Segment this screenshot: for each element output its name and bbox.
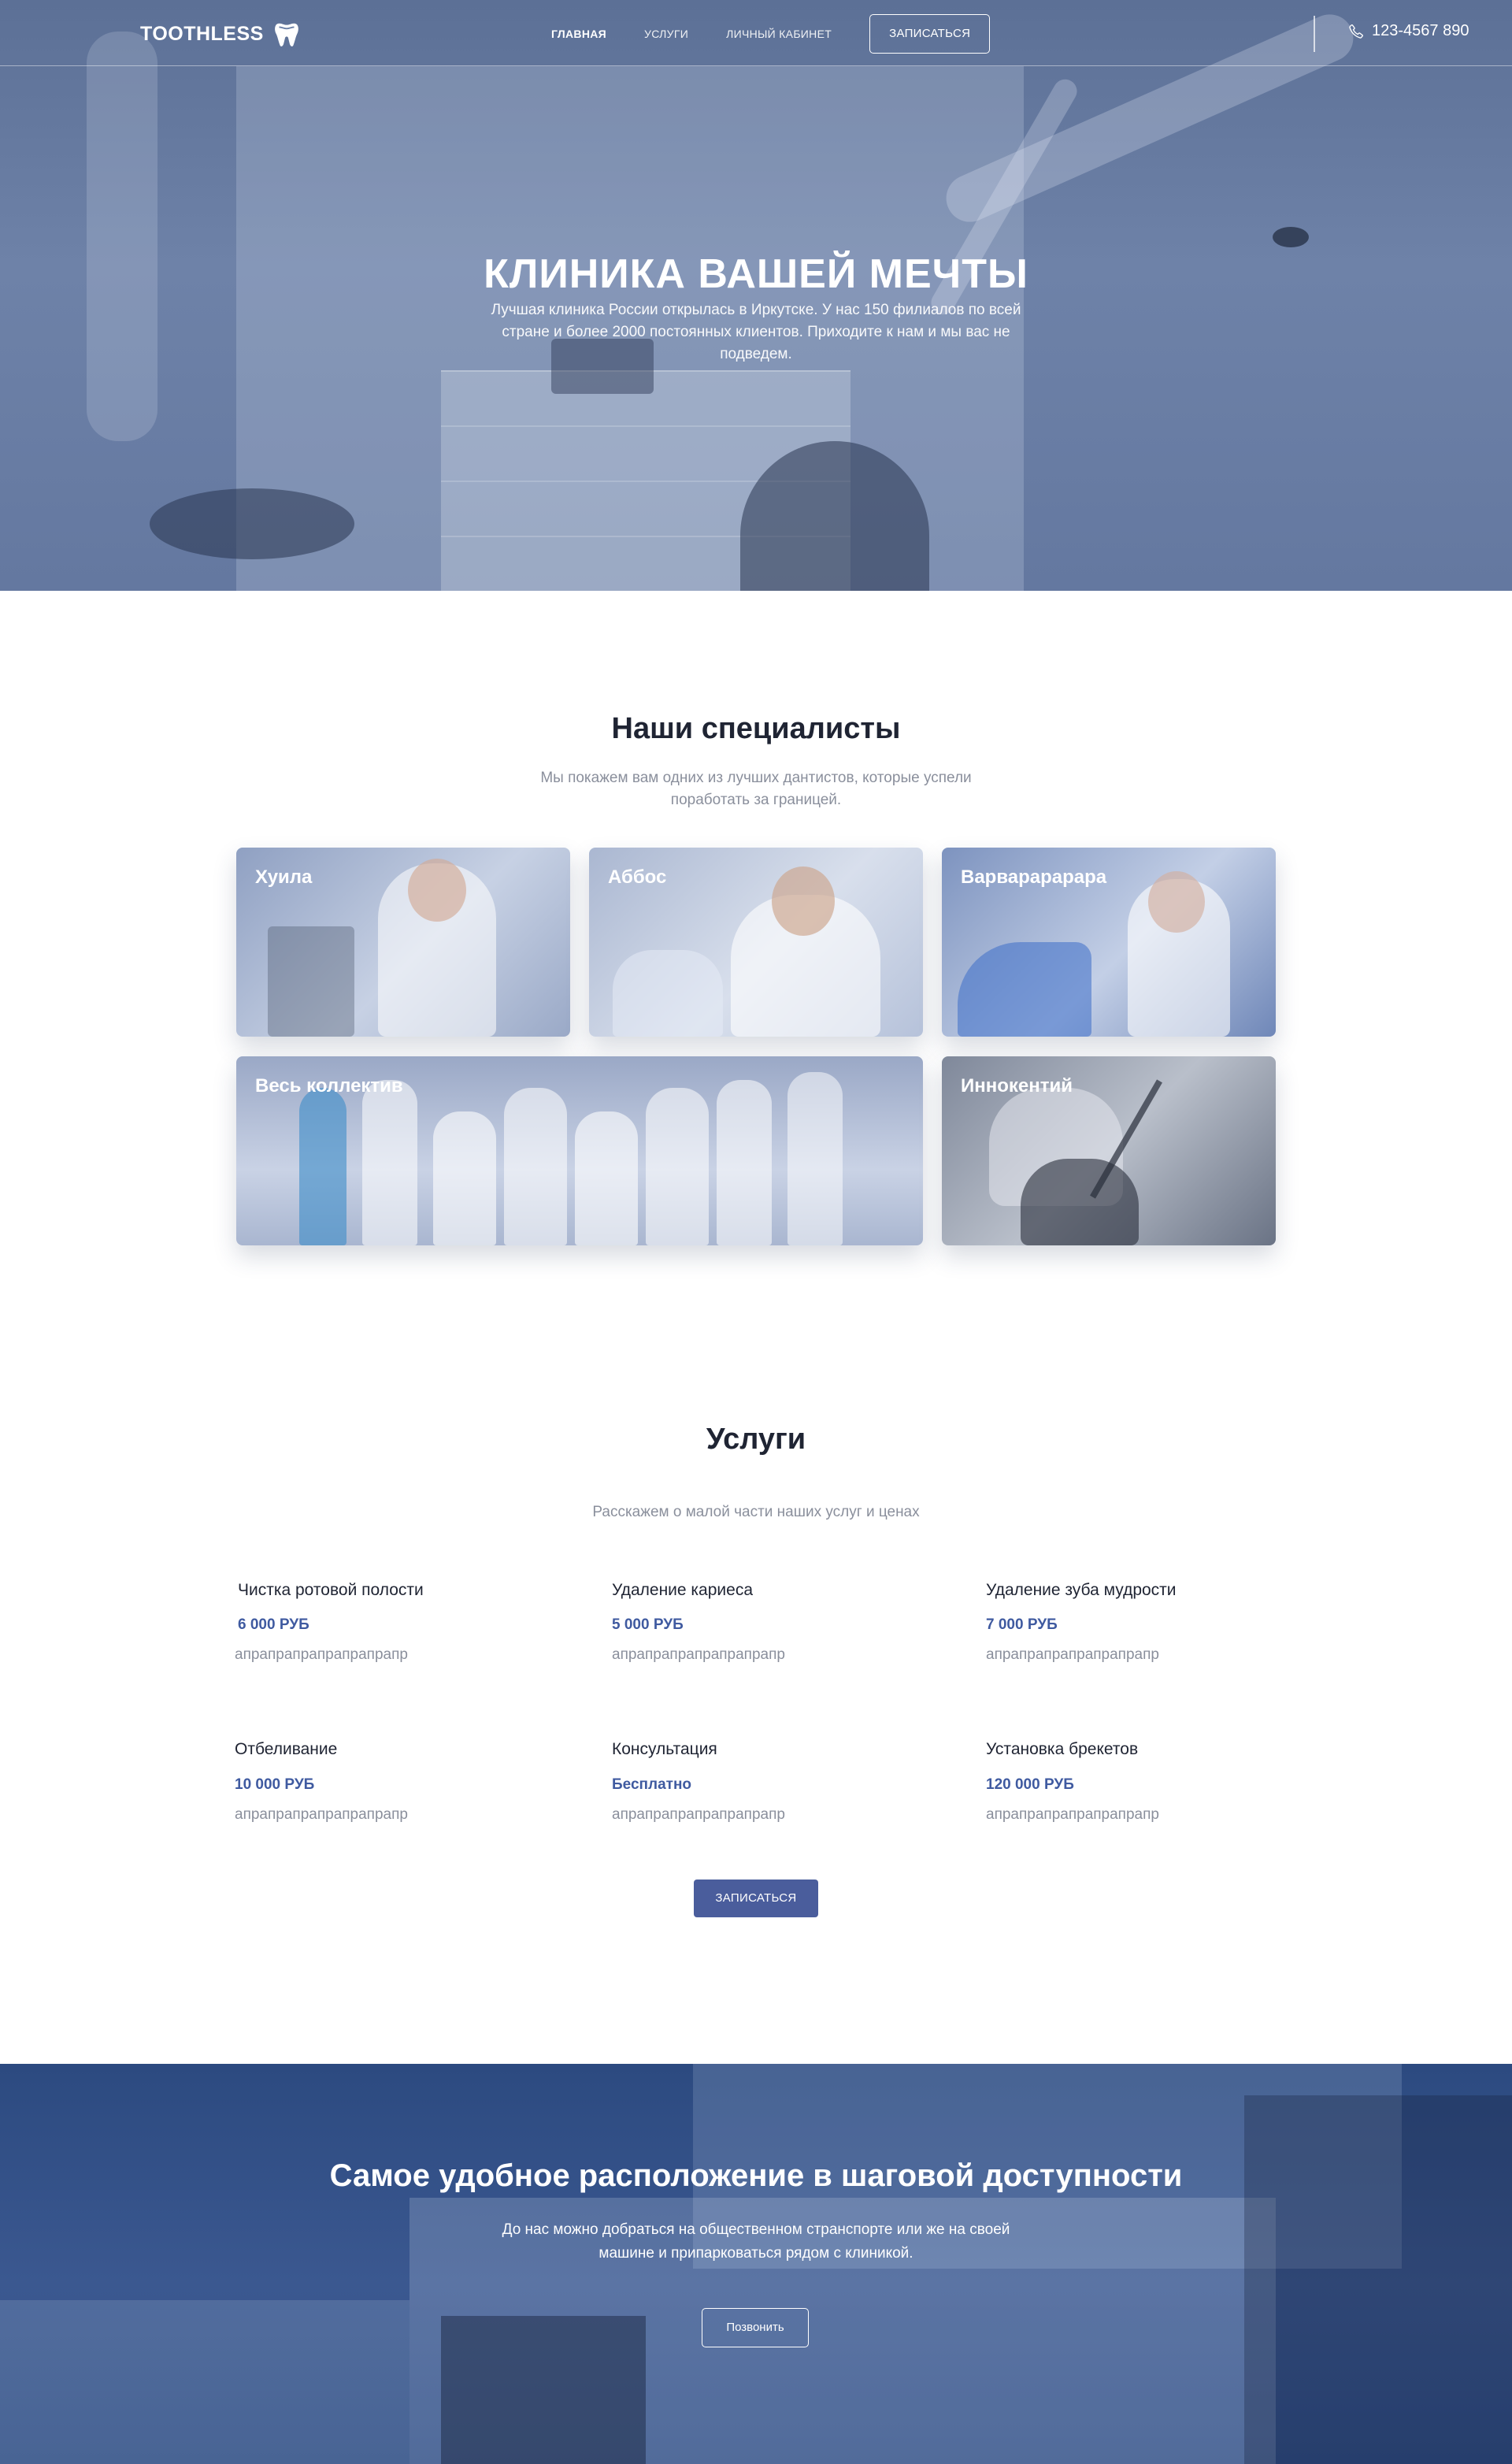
- specialist-name: Аббос: [608, 866, 667, 888]
- brand-logo[interactable]: TOOTHLESS: [140, 19, 302, 49]
- specialists-title: Наши специалисты: [611, 712, 901, 745]
- phone-number: 123-4567 890: [1372, 22, 1469, 39]
- services-title: Услуги: [706, 1423, 806, 1456]
- team-member: [575, 1111, 638, 1245]
- service-price: Бесплатно: [612, 1776, 692, 1793]
- hero-background-fixture: [1273, 227, 1309, 247]
- service-price: 10 000 РУБ: [235, 1776, 315, 1793]
- location-title: Самое удобное расположение в шаговой дос…: [329, 2158, 1183, 2193]
- brand-name: TOOTHLESS: [140, 22, 264, 45]
- top-navigation: TOOTHLESS Главная Услуги Личный кабинет …: [0, 0, 1512, 66]
- team-member: [433, 1111, 496, 1245]
- phone-contact[interactable]: 123-4567 890: [1348, 22, 1469, 40]
- service-price: 7 000 РУБ: [986, 1616, 1058, 1633]
- service-price: 5 000 РУБ: [612, 1616, 684, 1633]
- specialist-card[interactable]: Аббос: [589, 848, 923, 1037]
- dental-chair: [613, 950, 723, 1037]
- service-name: Удаление кариеса: [612, 1581, 754, 1599]
- service-name: Консультация: [612, 1740, 717, 1758]
- hero-background-microscope: [87, 32, 158, 441]
- tooth-icon: [274, 23, 298, 46]
- location-background-window: [441, 2316, 646, 2464]
- specialist-card[interactable]: Варварарарара: [942, 848, 1276, 1037]
- service-price: 6 000 РУБ: [238, 1616, 309, 1633]
- service-description: апрапрапрапрапрапрапр: [612, 1646, 785, 1663]
- hero-background-drawer-line: [441, 425, 850, 427]
- specialist-name: Весь коллектив: [255, 1075, 403, 1097]
- call-button[interactable]: Позвонить: [702, 2308, 809, 2347]
- specialist-name: Хуила: [255, 866, 313, 888]
- specialist-card[interactable]: Хуила: [236, 848, 570, 1037]
- service-description: апрапрапрапрапрапрапр: [235, 1806, 408, 1823]
- specialist-name: Иннокентий: [961, 1075, 1073, 1097]
- service-price: 120 000 РУБ: [986, 1776, 1074, 1793]
- doctor-head: [772, 866, 835, 936]
- specialist-card[interactable]: Иннокентий: [942, 1056, 1276, 1245]
- hero-subtitle: Лучшая клиника России открылась в Иркутс…: [491, 302, 1021, 362]
- service-description: апрапрапрапрапрапрапр: [612, 1806, 785, 1823]
- nav-link-services[interactable]: Услуги: [644, 28, 688, 40]
- nav-signup-button[interactable]: Записаться: [869, 14, 991, 54]
- hero-content: КЛИНИКА ВАШЕЙ МЕЧТЫ Лучшая клиника Росси…: [441, 249, 1071, 366]
- nav-divider: [1314, 16, 1315, 52]
- service-name: Чистка ротовой полости: [238, 1581, 424, 1599]
- team-member: [788, 1072, 843, 1245]
- doctor-head: [1148, 871, 1205, 933]
- location-section: Самое удобное расположение в шаговой дос…: [0, 2064, 1512, 2464]
- location-background-building: [1244, 2095, 1512, 2464]
- service-description: апрапрапрапрапрапрапр: [235, 1646, 408, 1663]
- location-subtitle: До нас можно добраться на общественном с…: [502, 2221, 1010, 2262]
- service-name: Удаление зуба мудрости: [986, 1581, 1177, 1599]
- team-member: [717, 1080, 772, 1245]
- hero-title: КЛИНИКА ВАШЕЙ МЕЧТЫ: [484, 251, 1028, 297]
- phone-icon: [1349, 24, 1363, 39]
- main-menu: Главная Услуги Личный кабинет Записаться: [551, 14, 991, 54]
- team-member: [362, 1080, 417, 1245]
- hero-background-stool: [150, 488, 354, 559]
- service-name: Отбеливание: [235, 1740, 338, 1758]
- location-background-street: [0, 2300, 410, 2464]
- nav-link-account[interactable]: Личный кабинет: [726, 28, 832, 40]
- services-signup-button[interactable]: Записаться: [694, 1880, 818, 1917]
- specialists-subtitle: Мы покажем вам одних из лучших дантистов…: [540, 770, 972, 808]
- team-member: [646, 1088, 709, 1245]
- services-subtitle: Расскажем о малой части наших услуг и це…: [592, 1504, 920, 1520]
- service-description: апрапрапрапрапрапрапр: [986, 1646, 1159, 1663]
- specialist-name: Варварарарара: [961, 866, 1107, 888]
- dental-tools: [268, 926, 354, 1037]
- hero-section: TOOTHLESS Главная Услуги Личный кабинет …: [0, 0, 1512, 591]
- service-description: апрапрапрапрапрапрапр: [986, 1806, 1159, 1823]
- nav-link-home[interactable]: Главная: [551, 28, 606, 40]
- team-member: [299, 1088, 346, 1245]
- patient-figure: [1021, 1159, 1139, 1245]
- specialist-card-team[interactable]: Весь коллектив: [236, 1056, 923, 1245]
- service-name: Установка брекетов: [986, 1740, 1139, 1758]
- team-member: [504, 1088, 567, 1245]
- doctor-head: [408, 859, 466, 922]
